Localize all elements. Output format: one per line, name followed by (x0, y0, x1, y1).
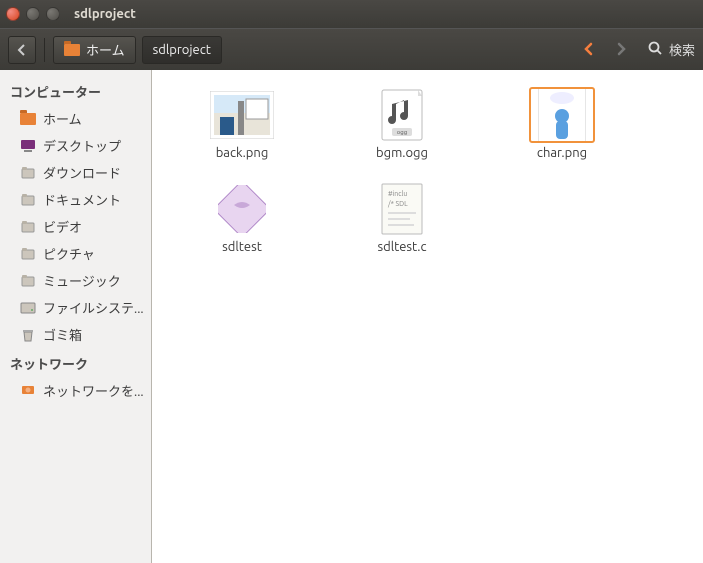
nav-forward-button[interactable] (608, 40, 634, 60)
file-name: bgm.ogg (376, 146, 428, 160)
titlebar: sdlproject (0, 0, 703, 28)
sidebar-item-label: ファイルシステ... (43, 298, 144, 317)
sidebar-item-label: ビデオ (43, 217, 82, 236)
file-view[interactable]: back.png ogg bgm.ogg char.png sdltest #inclu/… (152, 70, 703, 563)
search-button[interactable]: 検索 (648, 40, 695, 59)
svg-text:ogg: ogg (397, 129, 407, 136)
sidebar-item[interactable]: デスクトップ (0, 132, 151, 159)
sidebar-item-label: ピクチャ (43, 244, 95, 263)
chevron-left-icon (582, 42, 596, 56)
sidebar: コンピューター ホームデスクトップダウンロードドキュメントビデオピクチャミュージ… (0, 70, 152, 563)
toolbar: ホーム sdlproject 検索 (0, 28, 703, 70)
file-item[interactable]: char.png (482, 86, 642, 180)
sidebar-item-label: ダウンロード (43, 163, 121, 182)
breadcrumb-home[interactable]: ホーム (53, 36, 136, 64)
file-name: char.png (537, 146, 587, 160)
svg-text:/* SDL: /* SDL (387, 199, 408, 208)
file-name: sdltest.c (377, 240, 426, 254)
sidebar-item[interactable]: ピクチャ (0, 240, 151, 267)
breadcrumb-label: sdlproject (153, 43, 211, 57)
file-thumbnail (210, 182, 274, 236)
sidebar-section-header: ネットワーク (0, 348, 151, 377)
maximize-button[interactable] (46, 7, 60, 21)
svg-text:#inclu: #inclu (388, 190, 407, 198)
sidebar-item-label: デスクトップ (43, 136, 121, 155)
file-item[interactable]: back.png (162, 86, 322, 180)
chevron-left-icon (14, 42, 30, 58)
sidebar-item-label: ミュージック (43, 271, 121, 290)
file-thumbnail: ogg (370, 88, 434, 142)
breadcrumb-current[interactable]: sdlproject (142, 36, 222, 64)
home-folder-icon (20, 113, 36, 125)
file-name: sdltest (222, 240, 262, 254)
separator (44, 38, 45, 62)
sidebar-item[interactable]: ファイルシステ... (0, 294, 151, 321)
home-folder-icon (64, 44, 80, 56)
chevron-right-icon (614, 42, 628, 56)
minimize-button[interactable] (26, 7, 40, 21)
sidebar-item[interactable]: ネットワークを... (0, 377, 151, 404)
sidebar-item[interactable]: ミュージック (0, 267, 151, 294)
file-item[interactable]: ogg bgm.ogg (322, 86, 482, 180)
search-label: 検索 (669, 40, 695, 59)
pathbar-toggle-button[interactable] (8, 36, 36, 64)
sidebar-item-label: ホーム (43, 109, 82, 128)
file-name: back.png (216, 146, 269, 160)
window-title: sdlproject (74, 7, 136, 21)
search-icon (648, 41, 663, 59)
nav-back-button[interactable] (576, 40, 602, 60)
sidebar-item-label: ドキュメント (43, 190, 121, 209)
file-thumbnail (530, 88, 594, 142)
file-thumbnail (210, 88, 274, 142)
sidebar-section-header: コンピューター (0, 76, 151, 105)
sidebar-item[interactable]: ダウンロード (0, 159, 151, 186)
breadcrumb-label: ホーム (86, 40, 125, 59)
file-item[interactable]: #inclu/* SDL sdltest.c (322, 180, 482, 274)
file-thumbnail: #inclu/* SDL (370, 182, 434, 236)
sidebar-item[interactable]: ゴミ箱 (0, 321, 151, 348)
window-controls (6, 7, 60, 21)
sidebar-item[interactable]: ドキュメント (0, 186, 151, 213)
sidebar-item[interactable]: ホーム (0, 105, 151, 132)
sidebar-item[interactable]: ビデオ (0, 213, 151, 240)
close-button[interactable] (6, 7, 20, 21)
sidebar-item-label: ゴミ箱 (43, 325, 82, 344)
file-item[interactable]: sdltest (162, 180, 322, 274)
sidebar-item-label: ネットワークを... (43, 381, 144, 400)
